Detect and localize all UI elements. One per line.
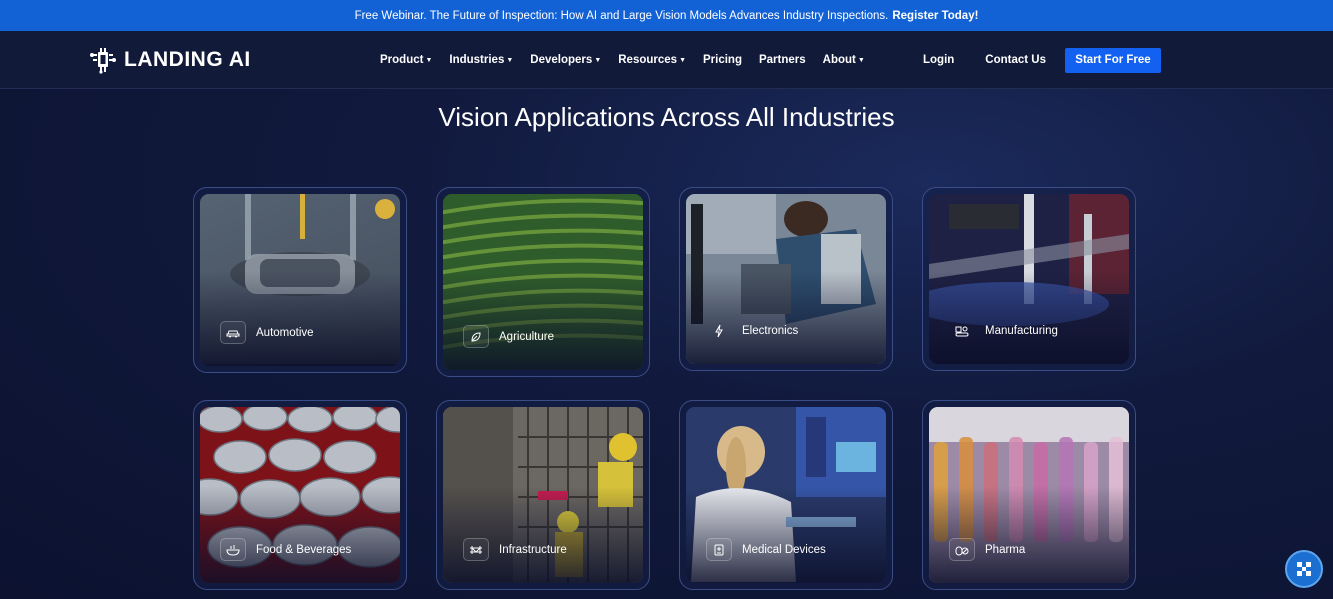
card-label-row: Agriculture bbox=[463, 325, 554, 348]
menu-item-label: About bbox=[822, 54, 856, 66]
top-navbar: LANDING AI Product ▼ Industries ▼ Develope… bbox=[0, 31, 1333, 89]
menu-item-pricing[interactable]: Pricing bbox=[703, 54, 742, 66]
industry-card-automotive[interactable]: Automotive bbox=[193, 187, 407, 373]
factory-icon bbox=[949, 319, 975, 342]
card-label: Infrastructure bbox=[499, 543, 567, 556]
menu-item-label: Developers bbox=[530, 54, 593, 66]
card-label: Agriculture bbox=[499, 330, 554, 343]
menu-item-label: Resources bbox=[618, 54, 678, 66]
menu-item-resources[interactable]: Resources ▼ bbox=[618, 54, 686, 66]
medical-device-icon bbox=[706, 538, 732, 561]
announcement-banner: Free Webinar. The Future of Inspection: … bbox=[0, 0, 1333, 31]
menu-item-label: Industries bbox=[449, 54, 505, 66]
chevron-down-icon: ▼ bbox=[594, 56, 602, 64]
register-link[interactable]: Register Today! bbox=[892, 10, 978, 22]
industry-card-electronics[interactable]: Electronics bbox=[679, 187, 893, 371]
industry-card-infrastructure[interactable]: Infrastructure bbox=[436, 400, 650, 590]
card-label: Automotive bbox=[256, 326, 314, 339]
header-actions: Login Contact Us Start For Free bbox=[923, 31, 1161, 89]
pills-icon bbox=[949, 538, 975, 561]
menu-item-developers[interactable]: Developers ▼ bbox=[530, 54, 601, 66]
chevron-down-icon: ▼ bbox=[506, 56, 514, 64]
start-for-free-button[interactable]: Start For Free bbox=[1065, 47, 1161, 73]
industry-card-food-beverages[interactable]: Food & Beverages bbox=[193, 400, 407, 590]
chevron-down-icon: ▼ bbox=[857, 56, 865, 64]
login-link[interactable]: Login bbox=[923, 54, 954, 66]
contact-us-link[interactable]: Contact Us bbox=[985, 54, 1046, 66]
bridge-icon bbox=[463, 538, 489, 561]
card-label-row: Infrastructure bbox=[463, 538, 567, 561]
menu-item-label: Pricing bbox=[703, 54, 742, 66]
menu-item-partners[interactable]: Partners bbox=[759, 54, 806, 66]
card-label-row: Manufacturing bbox=[949, 319, 1058, 342]
industry-card-pharma[interactable]: Pharma bbox=[922, 400, 1136, 590]
card-label: Manufacturing bbox=[985, 324, 1058, 337]
card-label-row: Food & Beverages bbox=[220, 538, 351, 561]
industry-card-agriculture[interactable]: Agriculture bbox=[436, 187, 650, 377]
menu-item-label: Partners bbox=[758, 54, 806, 66]
page-title: Vision Applications Across All Industrie… bbox=[438, 102, 895, 132]
logo[interactable]: LANDING AI bbox=[88, 45, 251, 75]
main-menu: Product ▼ Industries ▼ Developers ▼ Resourc… bbox=[380, 31, 865, 89]
logo-icon bbox=[90, 48, 116, 74]
lightning-icon bbox=[706, 319, 732, 342]
card-label: Medical Devices bbox=[742, 543, 826, 556]
chat-widget-icon bbox=[1297, 562, 1311, 576]
chevron-down-icon: ▼ bbox=[679, 56, 686, 64]
card-label-row: Automotive bbox=[220, 321, 314, 344]
card-label: Electronics bbox=[742, 324, 799, 337]
car-icon bbox=[220, 321, 246, 344]
leaf-icon bbox=[463, 325, 489, 348]
chevron-down-icon: ▼ bbox=[425, 56, 433, 64]
menu-item-product[interactable]: Product ▼ bbox=[380, 54, 432, 66]
card-label: Food & Beverages bbox=[256, 543, 352, 556]
industry-card-medical-devices[interactable]: Medical Devices bbox=[679, 400, 893, 590]
card-label-row: Medical Devices bbox=[706, 538, 826, 561]
card-label-row: Pharma bbox=[949, 538, 1025, 561]
card-label-row: Electronics bbox=[706, 319, 798, 342]
industry-card-manufacturing[interactable]: Manufacturing bbox=[922, 187, 1136, 371]
logo-text: LANDING AI bbox=[124, 48, 251, 71]
chat-widget-button[interactable] bbox=[1285, 550, 1323, 588]
banner-text: Free Webinar. The Future of Inspection: … bbox=[354, 9, 889, 22]
bowl-icon bbox=[220, 538, 246, 561]
menu-item-label: Product bbox=[380, 54, 424, 66]
menu-item-industries[interactable]: Industries ▼ bbox=[449, 54, 513, 66]
menu-item-about[interactable]: About ▼ bbox=[823, 54, 865, 66]
card-label: Pharma bbox=[985, 543, 1026, 556]
